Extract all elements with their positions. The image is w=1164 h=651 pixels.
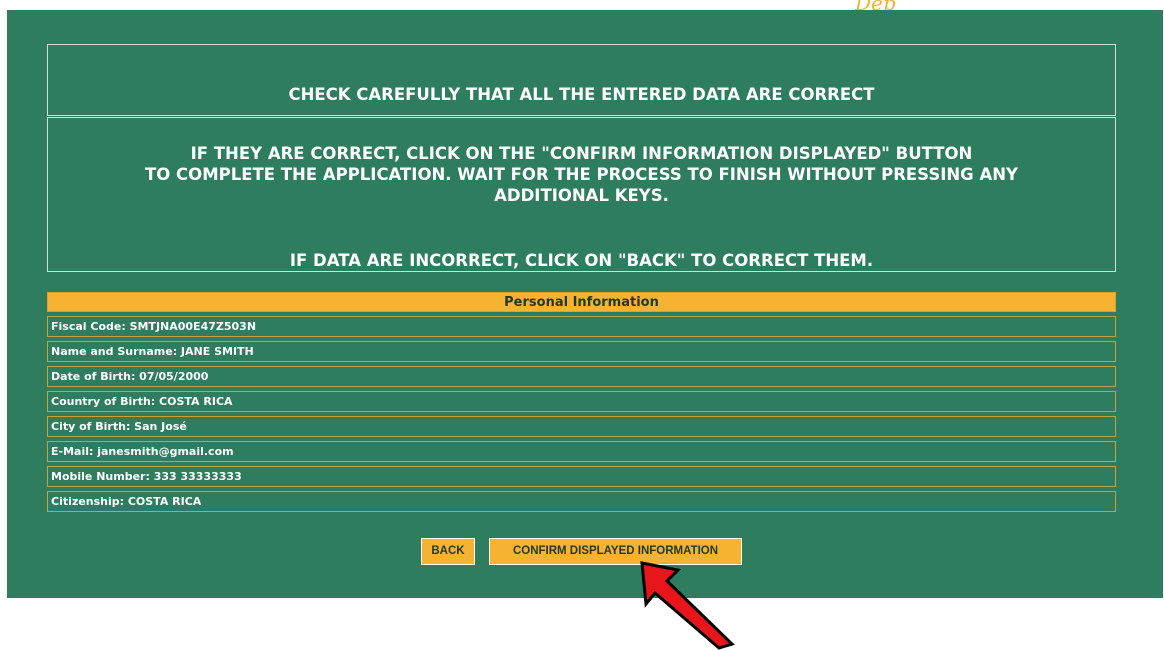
incorrect-data-notice: IF DATA ARE INCORRECT, CLICK ON "BACK" T…: [289, 251, 874, 270]
instruction-line-1: IF THEY ARE CORRECT, CLICK ON THE "CONFI…: [190, 144, 973, 163]
back-button[interactable]: BACK: [421, 538, 475, 565]
notice-heading: CHECK CAREFULLY THAT ALL THE ENTERED DAT…: [288, 85, 875, 104]
info-row-name: Name and Surname: JANE SMITH: [47, 341, 1116, 362]
personal-info-title: Personal Information: [47, 292, 1116, 312]
info-row-citizenship: Citizenship: COSTA RICA: [47, 491, 1116, 512]
personal-info-table: Personal Information Fiscal Code: SMTJNA…: [47, 292, 1116, 512]
notice-heading-box: CHECK CAREFULLY THAT ALL THE ENTERED DAT…: [47, 44, 1116, 116]
instruction-line-3: ADDITIONAL KEYS.: [494, 186, 669, 205]
info-row-email: E-Mail: janesmith@gmail.com: [47, 441, 1116, 462]
instruction-line-2: TO COMPLETE THE APPLICATION. WAIT FOR TH…: [145, 165, 1018, 184]
red-arrow-icon: [640, 561, 735, 650]
info-row-fiscal-code: Fiscal Code: SMTJNA00E47Z503N: [47, 316, 1116, 337]
notice-instructions: IF THEY ARE CORRECT, CLICK ON THE "CONFI…: [48, 143, 1115, 206]
info-row-country-of-birth: Country of Birth: COSTA RICA: [47, 391, 1116, 412]
info-row-city-of-birth: City of Birth: San José: [47, 416, 1116, 437]
notice-instructions-box: IF THEY ARE CORRECT, CLICK ON THE "CONFI…: [47, 117, 1116, 272]
info-row-mobile: Mobile Number: 333 33333333: [47, 466, 1116, 487]
info-row-date-of-birth: Date of Birth: 07/05/2000: [47, 366, 1116, 387]
logo: Dep: [855, 0, 896, 10]
